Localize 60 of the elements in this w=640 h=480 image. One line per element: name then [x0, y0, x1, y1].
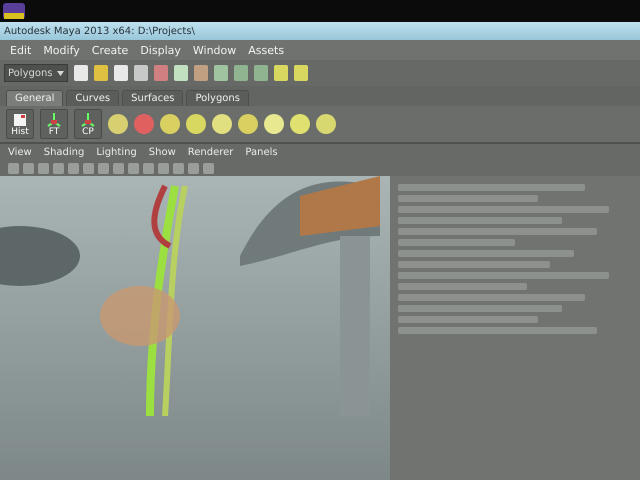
toolbar-icon[interactable]: [294, 65, 308, 81]
shelf-icon[interactable]: [238, 114, 258, 134]
shelf-button[interactable]: Hist: [6, 109, 34, 139]
shelf-tab[interactable]: Surfaces: [122, 90, 184, 106]
panel-tool-icon[interactable]: [173, 162, 184, 174]
shelf-tab[interactable]: General: [6, 90, 64, 106]
panel-menu-item[interactable]: Lighting: [96, 146, 137, 158]
shelf-icon[interactable]: [212, 114, 232, 134]
panel-menu-item[interactable]: Shading: [44, 146, 84, 158]
toolbar-icon[interactable]: [134, 65, 148, 81]
caret-icon: [57, 70, 64, 76]
shelf-button[interactable]: FT: [40, 109, 68, 139]
toolbar-icon[interactable]: [214, 65, 228, 81]
shelf-button[interactable]: CP: [74, 109, 102, 139]
shelf-icon[interactable]: [316, 114, 336, 134]
toolbar-icon[interactable]: [74, 65, 88, 81]
menu-item[interactable]: Modify: [43, 44, 80, 56]
panel-tool-icon[interactable]: [128, 162, 139, 174]
panel-menu-item[interactable]: View: [8, 146, 32, 158]
toolbar-icon[interactable]: [274, 65, 288, 81]
panel-tool-icon[interactable]: [113, 162, 124, 174]
panel-tool-icon[interactable]: [8, 162, 19, 174]
panel-tool-icon[interactable]: [98, 162, 109, 174]
toolbar-icon[interactable]: [254, 65, 268, 81]
panel-tool-icon[interactable]: [158, 162, 169, 174]
toolbar-icon[interactable]: [114, 65, 128, 81]
panel-tool-icon[interactable]: [23, 162, 34, 174]
shelf-icon[interactable]: [186, 114, 206, 134]
toolbar-icon[interactable]: [154, 65, 168, 81]
menu-item[interactable]: Window: [192, 44, 236, 56]
panel-tool-icon[interactable]: [188, 162, 199, 174]
panel-tool-icon[interactable]: [143, 162, 154, 174]
menu-item[interactable]: Assets: [248, 44, 284, 56]
document-icon: [12, 113, 28, 127]
shelf-icon[interactable]: [264, 114, 284, 134]
shelf-icon[interactable]: [290, 114, 310, 134]
shelf-icon[interactable]: [160, 114, 180, 134]
shelf-tab[interactable]: Polygons: [186, 90, 249, 106]
toolbar-icon[interactable]: [94, 65, 108, 81]
panel-tool-icon[interactable]: [53, 162, 64, 174]
panel-tool-icon[interactable]: [203, 162, 214, 174]
axes-icon: [46, 113, 62, 127]
menu-item[interactable]: Create: [92, 44, 128, 56]
panel-tool-icon[interactable]: [68, 162, 79, 174]
mode-dropdown[interactable]: Polygons: [4, 64, 68, 82]
menu-item[interactable]: Edit: [10, 44, 32, 56]
panel-tool-icon[interactable]: [83, 162, 94, 174]
panel-menu-item[interactable]: Panels: [245, 146, 278, 158]
toolbar-icon[interactable]: [194, 65, 208, 81]
panel-menu-item[interactable]: Show: [148, 146, 176, 158]
toolbar-icon[interactable]: [174, 65, 188, 81]
panel-menu-item[interactable]: Renderer: [188, 146, 234, 158]
toolbar-icon[interactable]: [234, 65, 248, 81]
panel-tool-icon[interactable]: [38, 162, 49, 174]
window-title: Autodesk Maya 2013 x64: D:\Projects\: [4, 26, 195, 36]
logo-icon: [2, 1, 26, 21]
axes-icon: [80, 113, 96, 127]
shelf-tab[interactable]: Curves: [66, 90, 120, 106]
menu-item[interactable]: Display: [140, 44, 181, 56]
shelf-icon[interactable]: [108, 114, 128, 134]
